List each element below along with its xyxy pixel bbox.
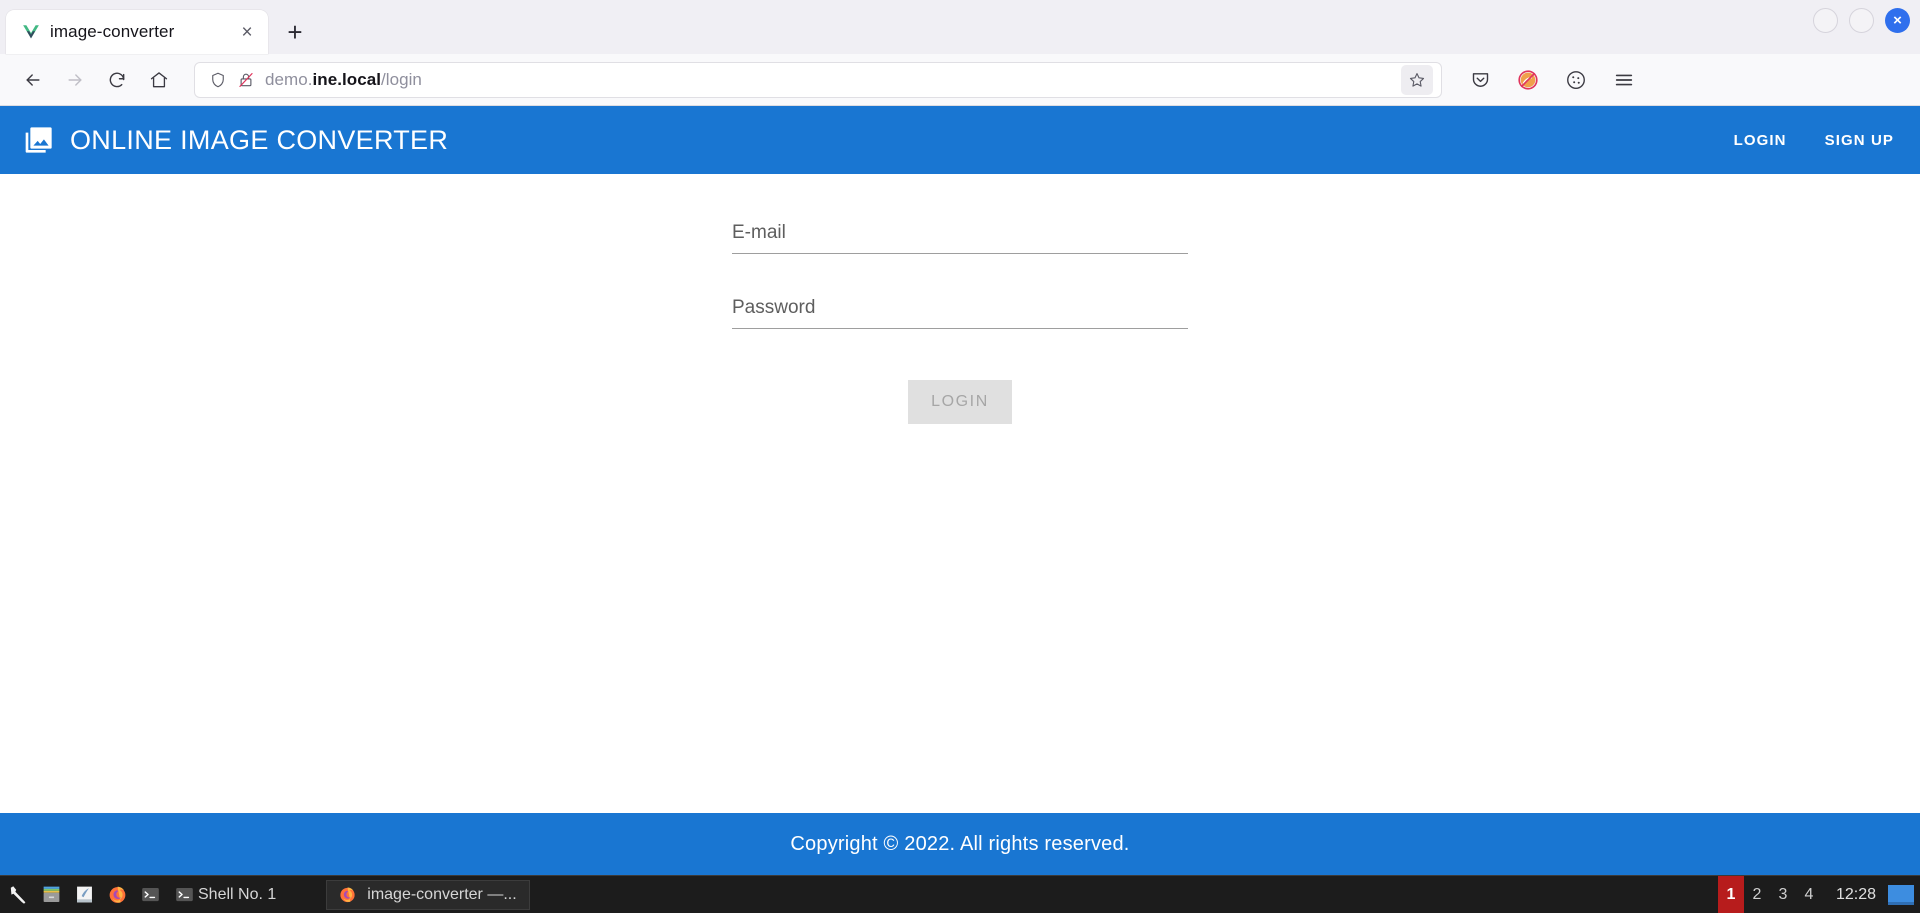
tab-strip: image-converter × + ×: [0, 0, 1920, 54]
app-nav: LOGIN SIGN UP: [1734, 132, 1894, 149]
page-content: E-mail Password LOGIN: [0, 174, 1920, 813]
url-text[interactable]: demo.ine.local/login: [265, 70, 1391, 90]
workspace-4[interactable]: 4: [1796, 876, 1822, 913]
file-manager-icon[interactable]: [39, 883, 63, 907]
web-page: ONLINE IMAGE CONVERTER LOGIN SIGN UP E-m…: [0, 106, 1920, 875]
taskbar-launchers: [6, 883, 172, 907]
browser-tab[interactable]: image-converter ×: [6, 10, 268, 54]
copyright-text: Copyright © 2022. All rights reserved.: [790, 832, 1130, 855]
terminal-icon[interactable]: [138, 883, 162, 907]
taskbar-window-title: image-converter —...: [367, 885, 517, 903]
text-editor-icon[interactable]: [72, 883, 96, 907]
tool-wrench-icon[interactable]: [6, 883, 30, 907]
desktop-taskbar: Shell No. 1 image-converter —... 1 2 3 4…: [0, 875, 1920, 913]
login-submit-button[interactable]: LOGIN: [908, 380, 1012, 424]
shell-entry-icon[interactable]: [172, 883, 196, 907]
email-label: E-mail: [732, 222, 786, 243]
password-field-group: Password: [732, 297, 1188, 329]
shield-icon[interactable]: [209, 71, 227, 89]
url-bar[interactable]: demo.ine.local/login: [194, 61, 1442, 98]
email-input[interactable]: [732, 253, 1188, 254]
star-icon[interactable]: [1401, 64, 1433, 95]
blocked-content-icon[interactable]: [1512, 64, 1544, 96]
nav-link-signup[interactable]: SIGN UP: [1825, 132, 1894, 149]
workspace-2[interactable]: 2: [1744, 876, 1770, 913]
firefox-icon[interactable]: [105, 883, 129, 907]
brand[interactable]: ONLINE IMAGE CONVERTER: [22, 123, 448, 157]
app-footer: Copyright © 2022. All rights reserved.: [0, 813, 1920, 875]
back-arrow-icon[interactable]: [14, 61, 52, 99]
browser-navbar: demo.ine.local/login: [0, 54, 1920, 106]
window-indicator-icon[interactable]: [1888, 884, 1914, 905]
forward-arrow-icon[interactable]: [56, 61, 94, 99]
password-input[interactable]: [732, 328, 1188, 329]
photo-library-icon: [22, 123, 56, 157]
email-field-group: E-mail: [732, 222, 1188, 254]
window-controls: ×: [1813, 8, 1910, 33]
page-title: ONLINE IMAGE CONVERTER: [70, 124, 449, 155]
reload-icon[interactable]: [98, 61, 136, 99]
vue-logo-icon: [22, 23, 40, 41]
workspace-1[interactable]: 1: [1717, 875, 1744, 913]
new-tab-button[interactable]: +: [276, 13, 314, 51]
maximize-button[interactable]: [1849, 8, 1874, 33]
broken-lock-icon[interactable]: [237, 71, 255, 89]
taskbar-window-button[interactable]: image-converter —...: [326, 879, 530, 910]
browser-toolbar-extras: [1464, 64, 1644, 96]
cookie-icon[interactable]: [1560, 64, 1592, 96]
taskbar-clock: 12:28: [1835, 885, 1876, 903]
shell-entry-label[interactable]: Shell No. 1: [196, 886, 276, 904]
close-icon[interactable]: ×: [234, 19, 260, 45]
home-icon[interactable]: [140, 61, 178, 99]
login-form: E-mail Password LOGIN: [732, 222, 1188, 813]
app-header: ONLINE IMAGE CONVERTER LOGIN SIGN UP: [0, 106, 1920, 174]
close-window-button[interactable]: ×: [1885, 8, 1910, 33]
system-tray: 1 2 3 4 12:28: [1717, 875, 1920, 913]
nav-link-login[interactable]: LOGIN: [1734, 132, 1787, 149]
firefox-icon: [335, 883, 359, 907]
browser-chrome: image-converter × + × demo.ine.local/log…: [0, 0, 1920, 106]
pocket-icon[interactable]: [1464, 64, 1496, 96]
hamburger-menu-icon[interactable]: [1608, 64, 1640, 96]
password-label: Password: [732, 297, 816, 318]
tab-title: image-converter: [50, 22, 175, 41]
minimize-button[interactable]: [1813, 8, 1838, 33]
workspace-3[interactable]: 3: [1770, 876, 1796, 913]
screen: image-converter × + × demo.ine.local/log…: [0, 0, 1920, 913]
